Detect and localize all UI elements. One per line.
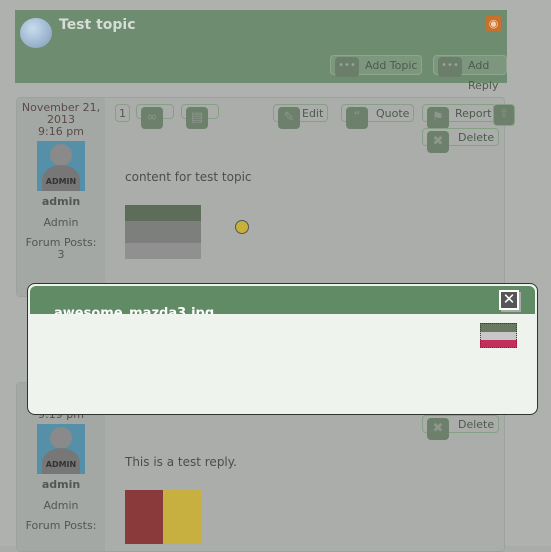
add-reply-button[interactable]: ••• Add Reply <box>433 55 507 92</box>
smiley-icon <box>235 220 249 234</box>
topic-header: Test topic ◉ ••• Add Topic ••• Add Reply <box>15 10 507 92</box>
lightbox-image[interactable] <box>480 323 517 348</box>
delete-button[interactable]: ✖ Delete <box>422 128 500 153</box>
scroll-top-button[interactable]: ⇧ <box>493 104 515 126</box>
post-content: content for test topic <box>125 170 252 184</box>
add-topic-button[interactable]: ••• Add Topic <box>330 55 423 77</box>
link-icon: ∞ <box>141 107 163 129</box>
post-content: This is a test reply. <box>125 455 237 469</box>
printer-icon: ▤ <box>186 107 208 129</box>
post-date: November 21, 2013 <box>21 101 101 126</box>
add-topic-icon: ••• <box>335 57 359 77</box>
quote-icon: “ <box>346 107 368 129</box>
post-author: November 21, 2013 9:16 pm ADMIN admin Ad… <box>17 98 105 296</box>
post-time: 9:16 pm <box>38 125 84 138</box>
post-number[interactable]: 1 <box>115 104 130 122</box>
report-button[interactable]: ⚑ Report <box>422 104 497 129</box>
user-role: Admin <box>43 216 79 229</box>
delete-button[interactable]: ✖ Delete <box>422 415 500 440</box>
user-role: Admin <box>43 499 79 512</box>
username[interactable]: admin <box>17 478 105 491</box>
add-reply-icon: ••• <box>438 57 462 77</box>
quote-button[interactable]: “Quote <box>341 104 415 129</box>
username[interactable]: admin <box>17 195 105 208</box>
delete-icon: ✖ <box>427 131 449 153</box>
forum-posts-count: 3 <box>57 248 65 261</box>
post-1: November 21, 2013 9:16 pm ADMIN admin Ad… <box>16 97 515 297</box>
rss-icon[interactable]: ◉ <box>486 16 501 31</box>
forum-posts-label: Forum Posts: <box>25 519 97 532</box>
flag-icon: ⚑ <box>427 107 449 129</box>
topic-title: Test topic <box>59 17 136 33</box>
avatar: ADMIN <box>37 141 85 191</box>
print-button[interactable]: ▤ <box>181 104 219 129</box>
image-lightbox: awesome_mazda3.jpg ✕ <box>27 283 538 415</box>
lightbox-header: awesome_mazda3.jpg ✕ <box>30 286 535 314</box>
edit-button[interactable]: ✎ Edit <box>273 104 329 129</box>
image-thumbnail[interactable] <box>125 490 201 544</box>
edit-icon: ✎ <box>278 107 300 129</box>
lightbox-title: awesome_mazda3.jpg <box>54 306 215 314</box>
close-icon[interactable]: ✕ <box>499 290 519 310</box>
delete-icon: ✖ <box>427 418 449 440</box>
image-thumbnail[interactable] <box>125 205 201 259</box>
avatar: ADMIN <box>37 424 85 474</box>
topic-bubble-icon <box>20 18 52 48</box>
permalink-button[interactable]: ∞ <box>136 104 174 129</box>
